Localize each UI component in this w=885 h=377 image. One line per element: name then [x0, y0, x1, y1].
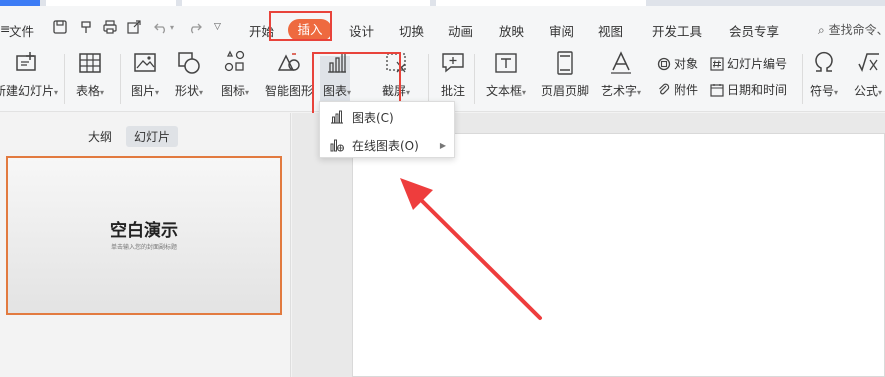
search-input: 查找命令、搜 — [828, 23, 885, 37]
chevron-down-icon: ▾ — [54, 88, 59, 97]
wordart-icon — [611, 51, 632, 74]
menu-item-online-chart[interactable]: 在线图表(O) ▶ — [320, 133, 454, 157]
tab-design[interactable]: 设计 — [349, 21, 374, 40]
ribbon-divider — [64, 54, 65, 104]
smart-graphic-button[interactable]: 智能图形 — [265, 50, 313, 99]
comment-icon — [442, 53, 464, 73]
chevron-down-icon: ▾ — [522, 88, 527, 97]
slide-number-button[interactable]: 幻灯片编号 — [710, 55, 787, 72]
header-footer-icon — [557, 51, 573, 75]
slide-thumb-title: 空白演示 — [110, 221, 178, 241]
textbox-icon — [495, 53, 517, 73]
export-icon[interactable] — [127, 20, 141, 34]
chevron-down-icon: ▾ — [637, 88, 642, 97]
command-search[interactable]: ⌕ 查找命令、搜 — [818, 21, 885, 38]
menu-file[interactable]: 文件 — [9, 21, 34, 40]
tab-member[interactable]: 会员专享 — [729, 21, 779, 40]
slide-thumbnail[interactable]: 空白演示 单击输入您的封面副标题 — [6, 156, 282, 315]
attachment-button[interactable]: 附件 — [657, 81, 698, 98]
formula-icon — [858, 53, 880, 72]
formula-label: 公式 — [854, 84, 879, 98]
save-icon[interactable] — [53, 20, 67, 34]
date-time-button[interactable]: 日期和时间 — [710, 81, 787, 98]
table-icon — [79, 53, 101, 73]
textbox-label: 文本框 — [486, 84, 523, 98]
chevron-down-icon: ▾ — [834, 88, 839, 97]
shape-icon — [178, 52, 200, 74]
paperclip-icon — [659, 83, 670, 94]
slide-number-label: 幻灯片编号 — [727, 57, 788, 71]
slide-number-icon — [710, 56, 724, 71]
wordart-label: 艺术字 — [601, 84, 638, 98]
tab-view[interactable]: 视图 — [598, 21, 623, 40]
tab-slideshow[interactable]: 放映 — [499, 21, 524, 40]
attachment-label: 附件 — [674, 83, 699, 97]
icon-label: 图标 — [221, 84, 246, 98]
tab-outline[interactable]: 大纲 — [80, 126, 120, 147]
shape-label: 形状 — [175, 84, 200, 98]
object-button[interactable]: 对象 — [657, 55, 698, 72]
tab-animations[interactable]: 动画 — [448, 21, 473, 40]
chevron-down-icon: ▾ — [878, 88, 883, 97]
print-icon[interactable] — [103, 20, 117, 34]
ribbon-divider — [120, 54, 121, 104]
object-label: 对象 — [674, 57, 699, 71]
ribbon-divider — [474, 54, 475, 104]
new-slide-button[interactable]: 新建幻灯片▾ — [0, 50, 58, 99]
chart-dropdown-menu: 图表(C) 在线图表(O) ▶ — [319, 101, 455, 158]
new-slide-label: 新建幻灯片 — [0, 84, 55, 98]
chevron-down-icon: ▾ — [155, 88, 160, 97]
picture-button[interactable]: 图片▾ — [131, 50, 159, 99]
smart-graphic-label: 智能图形 — [265, 84, 314, 98]
formula-button[interactable]: 公式▾ — [854, 50, 882, 99]
bar-chart-icon — [331, 110, 343, 124]
table-label: 表格 — [76, 84, 101, 98]
format-painter-icon[interactable] — [79, 20, 93, 34]
ribbon-divider — [428, 54, 429, 104]
date-time-label: 日期和时间 — [727, 83, 788, 97]
comment-button[interactable]: 批注 — [440, 50, 466, 99]
table-button[interactable]: 表格▾ — [76, 50, 104, 99]
chevron-down-icon: ▾ — [406, 88, 411, 97]
object-icon — [657, 57, 671, 70]
icon-button[interactable]: 图标▾ — [221, 50, 249, 99]
undo-dropdown-icon[interactable]: ▾ — [170, 23, 174, 32]
menu-bar: ≡ 文件 ▾ ▽ 开始 插入 设计 切换 动画 放映 审阅 视图 开发工具 会员… — [0, 6, 885, 46]
tab-slides[interactable]: 幻灯片 — [126, 126, 179, 147]
customize-dropdown-icon[interactable]: ▽ — [214, 22, 221, 32]
picture-label: 图片 — [131, 84, 156, 98]
online-chart-icon — [330, 139, 344, 152]
chevron-down-icon: ▾ — [100, 88, 105, 97]
symbol-button[interactable]: 符号▾ — [810, 50, 838, 99]
ribbon-divider — [802, 54, 803, 104]
tab-transitions[interactable]: 切换 — [399, 21, 424, 40]
smart-graphic-icon — [277, 53, 300, 71]
slide-thumb-subtitle: 单击输入您的封面副标题 — [110, 244, 177, 251]
header-footer-button[interactable]: 页眉页脚 — [541, 50, 589, 99]
redo-icon[interactable] — [188, 20, 202, 34]
chevron-down-icon: ▾ — [245, 88, 250, 97]
comment-label: 批注 — [440, 84, 465, 98]
annotation-arrow-icon — [400, 178, 542, 320]
tab-review[interactable]: 审阅 — [549, 21, 574, 40]
menu-item-chart[interactable]: 图表(C) — [320, 105, 454, 129]
textbox-button[interactable]: 文本框▾ — [486, 50, 526, 99]
header-footer-label: 页眉页脚 — [541, 84, 590, 98]
undo-icon[interactable] — [154, 20, 168, 34]
wordart-button[interactable]: 艺术字▾ — [601, 50, 641, 99]
calendar-icon — [710, 83, 724, 97]
search-icon: ⌕ — [818, 23, 825, 37]
insert-tab-highlight-box — [269, 11, 332, 41]
submenu-arrow-icon: ▶ — [439, 140, 446, 150]
omega-icon — [815, 51, 833, 72]
symbol-label: 符号 — [810, 84, 835, 98]
menu-item-online-chart-label: 在线图表(O) — [352, 138, 419, 153]
tab-developer[interactable]: 开发工具 — [652, 21, 702, 40]
icons-gallery-icon — [224, 50, 245, 72]
picture-icon — [134, 53, 156, 72]
new-slide-icon — [16, 52, 36, 71]
menu-item-chart-label: 图表(C) — [352, 110, 394, 125]
chevron-down-icon: ▾ — [199, 88, 204, 97]
shape-button[interactable]: 形状▾ — [175, 50, 203, 99]
